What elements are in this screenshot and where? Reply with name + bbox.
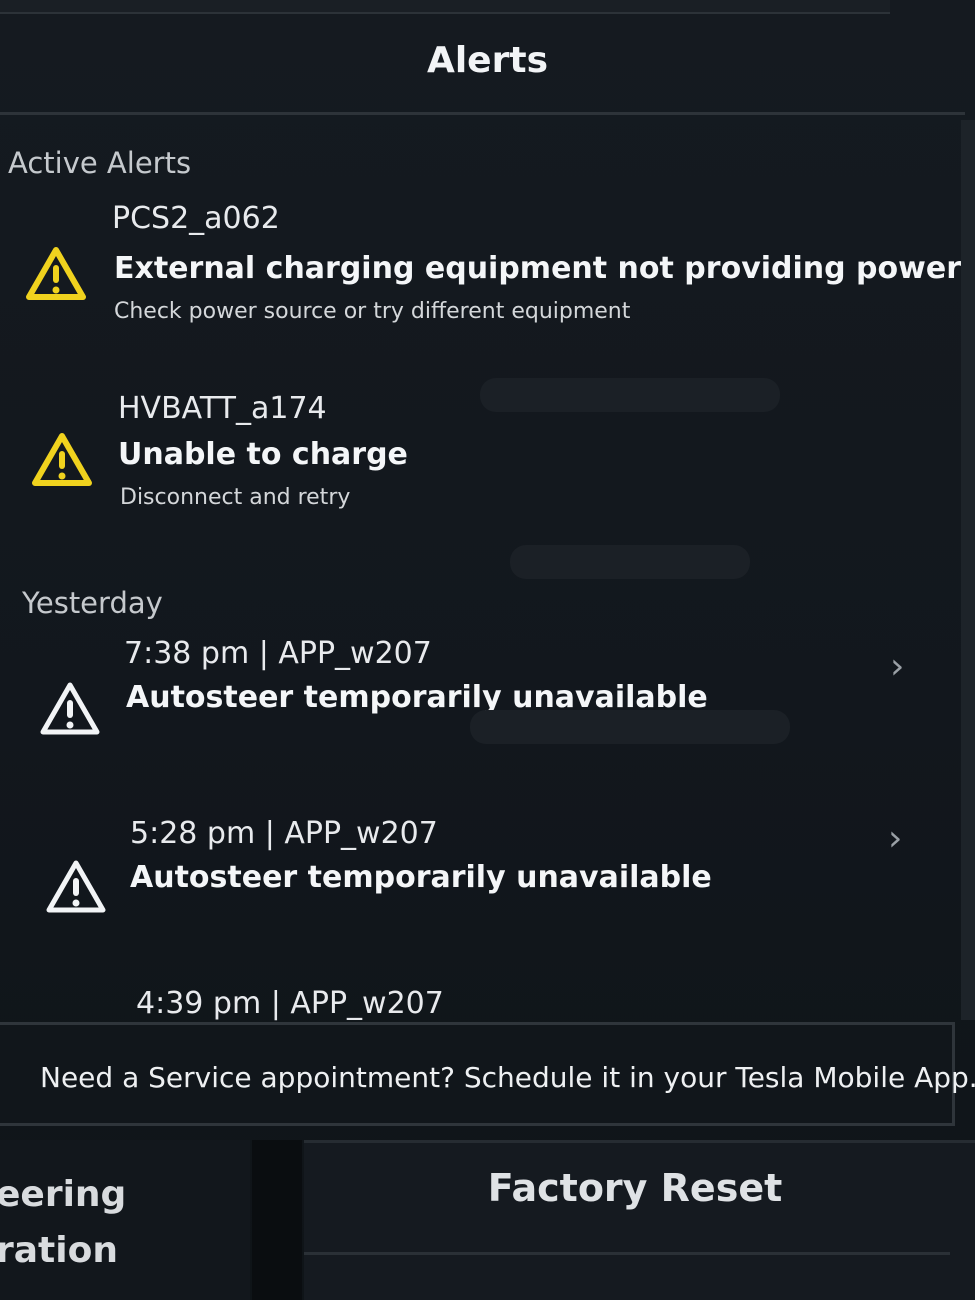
alert-meta: 7:38 pm | APP_w207 bbox=[124, 636, 432, 671]
blurred-background bbox=[470, 710, 790, 744]
alerts-screen: Alerts Active Alerts PCS2_a062 External … bbox=[0, 0, 975, 1300]
top-strip bbox=[0, 0, 890, 14]
warning-triangle-outline-icon bbox=[38, 680, 102, 738]
service-banner[interactable]: Need a Service appointment? Schedule it … bbox=[0, 1022, 975, 1126]
chevron-right-icon[interactable]: › bbox=[888, 818, 902, 859]
scroll-edge bbox=[961, 120, 975, 1020]
factory-reset-button[interactable]: Factory Reset bbox=[470, 1166, 800, 1226]
warning-triangle-icon bbox=[24, 245, 88, 303]
header-divider bbox=[0, 112, 965, 115]
warning-triangle-icon bbox=[30, 431, 94, 489]
blurred-background bbox=[510, 545, 750, 579]
tab-label-line2: ration bbox=[0, 1230, 118, 1271]
alert-item[interactable]: 4:39 pm | APP_w207 bbox=[0, 986, 900, 1026]
alert-item[interactable]: HVBATT_a174 Unable to charge Disconnect … bbox=[0, 385, 900, 535]
alert-item[interactable]: 7:38 pm | APP_w207 Autosteer temporarily… bbox=[0, 632, 904, 772]
alert-message: Unable to charge bbox=[118, 437, 408, 472]
alert-message: External charging equipment not providin… bbox=[114, 251, 962, 286]
service-text: Need a Service appointment? Schedule it … bbox=[40, 1061, 975, 1094]
tab-label-line1: eering bbox=[0, 1174, 127, 1215]
chevron-right-icon[interactable]: › bbox=[890, 646, 904, 687]
page-title: Alerts bbox=[426, 40, 548, 81]
alert-meta: 4:39 pm | APP_w207 bbox=[136, 986, 444, 1021]
tab-steering-calibration[interactable]: eering ration bbox=[0, 1140, 250, 1300]
section-label-active: Active Alerts bbox=[8, 146, 192, 180]
alert-item[interactable]: PCS2_a062 External charging equipment no… bbox=[0, 195, 961, 345]
alert-code: PCS2_a062 bbox=[112, 201, 280, 236]
header: Alerts bbox=[0, 20, 975, 115]
alert-code: HVBATT_a174 bbox=[118, 391, 327, 426]
alert-hint: Check power source or try different equi… bbox=[114, 299, 631, 324]
tab-divider bbox=[252, 1140, 302, 1300]
section-label-yesterday: Yesterday bbox=[22, 586, 163, 620]
alert-item[interactable]: 5:28 pm | APP_w207 Autosteer temporarily… bbox=[0, 812, 902, 952]
warning-triangle-outline-icon bbox=[44, 858, 108, 916]
bottom-divider bbox=[304, 1252, 950, 1255]
alert-meta: 5:28 pm | APP_w207 bbox=[130, 816, 438, 851]
alert-message: Autosteer temporarily unavailable bbox=[130, 860, 712, 895]
alert-hint: Disconnect and retry bbox=[120, 485, 351, 510]
